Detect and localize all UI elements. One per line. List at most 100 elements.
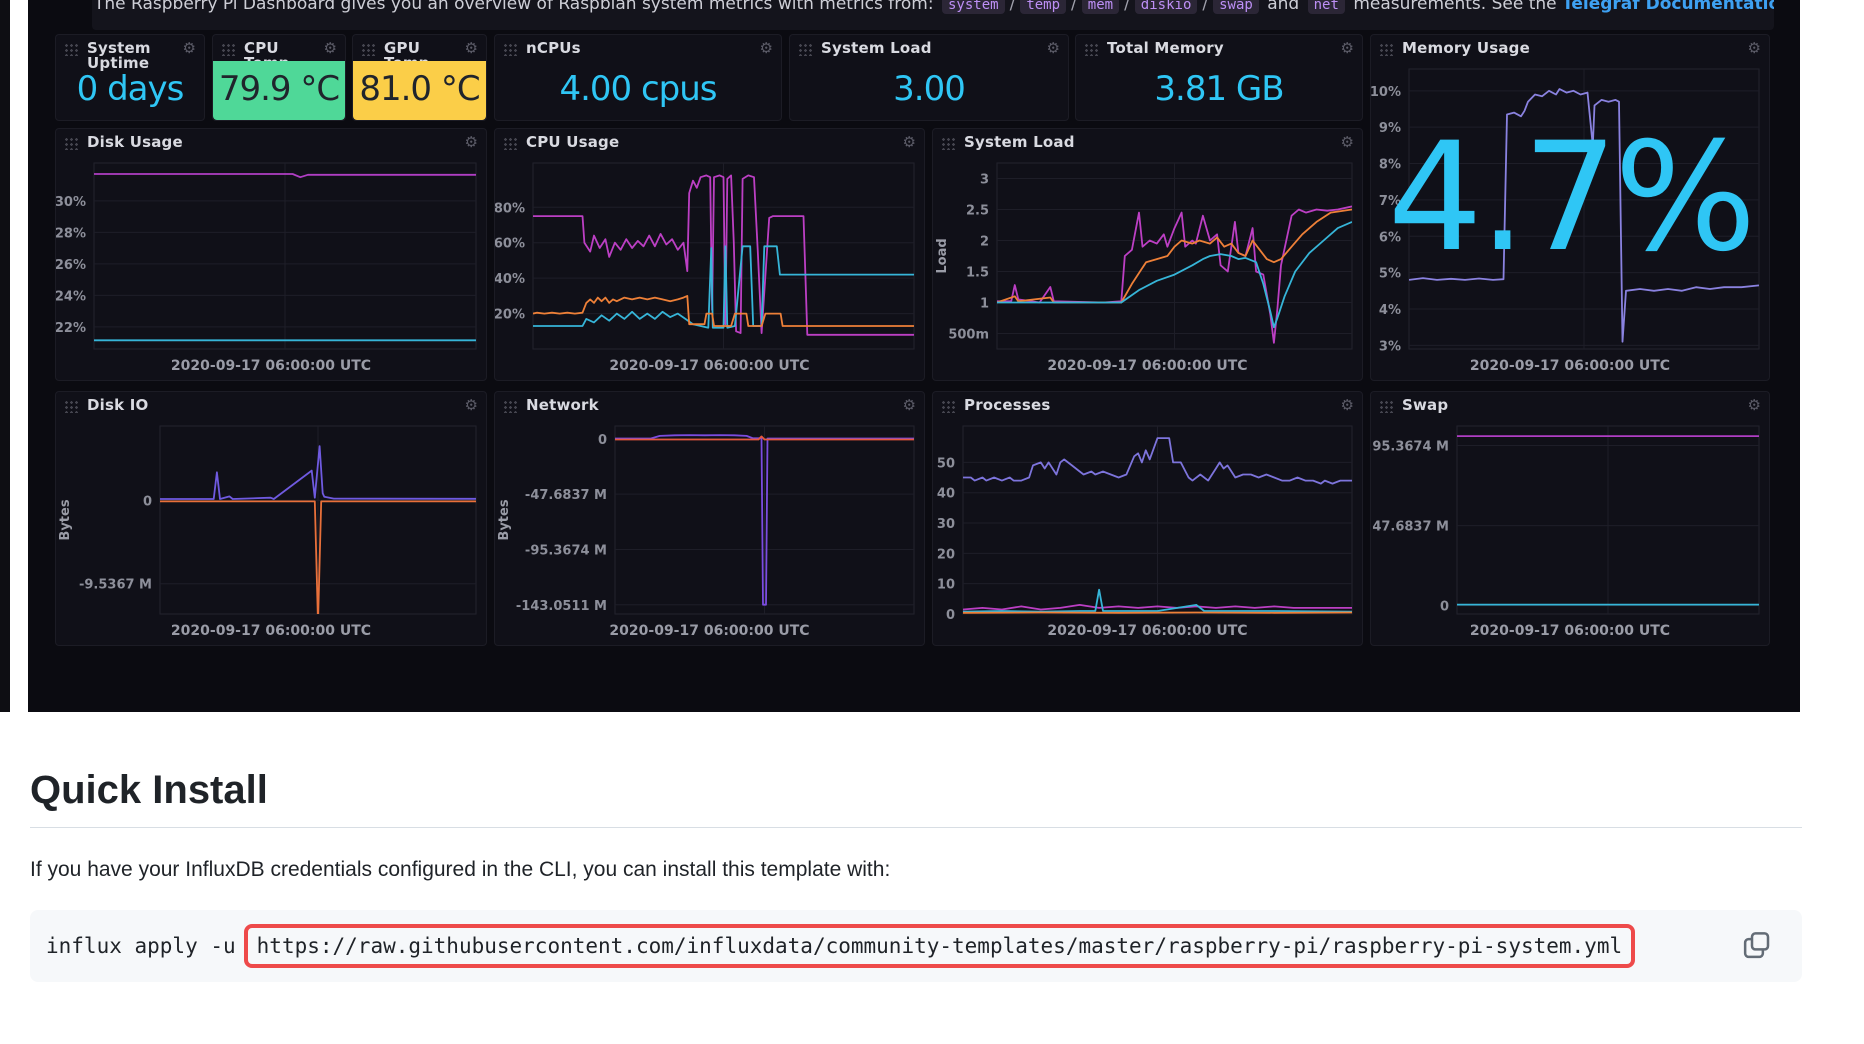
cpu-usage-chart: 80%60%40%20% [495, 155, 924, 358]
panel-system-uptime: System Uptime ⚙ 0 days [55, 34, 205, 121]
panel-title: Processes [964, 398, 1341, 413]
drag-handle-icon[interactable] [64, 137, 79, 150]
stat-value: 4.00 cpus [495, 61, 781, 120]
svg-text:10%: 10% [1371, 85, 1401, 100]
gear-icon[interactable]: ⚙ [324, 41, 337, 55]
stat-value: 81.0 °C [353, 61, 486, 120]
panel-title: CPU Usage [526, 135, 903, 150]
svg-text:4%: 4% [1379, 303, 1401, 318]
copy-button[interactable] [1740, 930, 1772, 962]
chart-timestamp: 2020-09-17 06:00:00 UTC [495, 358, 924, 381]
chart-timestamp: 2020-09-17 06:00:00 UTC [1371, 358, 1769, 381]
svg-text:Load: Load [935, 238, 950, 273]
drag-handle-icon[interactable] [941, 137, 956, 150]
gear-icon[interactable]: ⚙ [183, 41, 196, 55]
drag-handle-icon[interactable] [798, 43, 813, 56]
gear-icon[interactable]: ⚙ [1748, 398, 1761, 412]
panel-system-load-stat: System Load ⚙ 3.00 [789, 34, 1069, 121]
svg-text:0: 0 [1440, 600, 1449, 615]
drag-handle-icon[interactable] [1379, 43, 1394, 56]
chart-timestamp: 2020-09-17 06:00:00 UTC [495, 623, 924, 646]
svg-text:20: 20 [937, 547, 955, 562]
svg-text:Bytes: Bytes [58, 499, 73, 540]
svg-text:6%: 6% [1379, 230, 1401, 245]
panel-title: Network [526, 398, 903, 413]
drag-handle-icon[interactable] [221, 43, 236, 56]
svg-text:1: 1 [980, 297, 989, 312]
chart-timestamp: 2020-09-17 06:00:00 UTC [56, 358, 486, 381]
chart-timestamp: 2020-09-17 06:00:00 UTC [56, 623, 486, 646]
chart-timestamp: 2020-09-17 06:00:00 UTC [1371, 623, 1769, 646]
gear-icon[interactable]: ⚙ [465, 398, 478, 412]
drag-handle-icon[interactable] [503, 43, 518, 56]
gear-icon[interactable]: ⚙ [1748, 41, 1761, 55]
panel-title: Memory Usage [1402, 41, 1748, 56]
stat-value: 3.81 GB [1076, 61, 1362, 120]
metric-chip: mem [1082, 0, 1119, 14]
drag-handle-icon[interactable] [64, 400, 79, 413]
page: The Raspberry Pi Dashboard gives you an … [0, 0, 1864, 1044]
memory-usage-chart: 10%9%8%7%6%5%4%3% [1371, 61, 1769, 358]
drag-handle-icon[interactable] [941, 400, 956, 413]
dashboard-screenshot: The Raspberry Pi Dashboard gives you an … [28, 0, 1800, 712]
note-text: The Raspberry Pi Dashboard gives you an … [94, 0, 934, 14]
drag-handle-icon[interactable] [361, 43, 376, 56]
metric-chip: swap [1213, 0, 1259, 14]
disk-usage-chart: 30%28%26%24%22% [56, 155, 486, 358]
svg-text:22%: 22% [56, 321, 86, 336]
panel-memory-usage: Memory Usage ⚙ 10%9%8%7%6%5%4%3% 4.7% 20… [1370, 34, 1770, 381]
stat-value: 0 days [56, 61, 204, 120]
network-chart: 0-47.6837 M-95.3674 M-143.0511 MBytes [495, 418, 924, 623]
svg-text:-95.3674 M: -95.3674 M [525, 543, 607, 558]
svg-text:9%: 9% [1379, 121, 1401, 136]
panel-title: nCPUs [526, 41, 760, 56]
panel-ncpus: nCPUs ⚙ 4.00 cpus [494, 34, 782, 121]
svg-text:3: 3 [980, 173, 989, 188]
svg-text:30: 30 [937, 517, 955, 532]
dashboard-description-note: The Raspberry Pi Dashboard gives you an … [92, 0, 1774, 30]
metric-chip: temp [1020, 0, 1066, 14]
gear-icon[interactable]: ⚙ [465, 135, 478, 149]
gear-icon[interactable]: ⚙ [903, 135, 916, 149]
panel-disk-io: Disk IO ⚙ 0 -9.5367 M Bytes 2020-09-17 06:… [55, 391, 487, 646]
svg-text:60%: 60% [495, 237, 525, 252]
svg-text:-9.5367 M: -9.5367 M [79, 578, 152, 593]
panel-cpu-temp: CPU Temp ⚙ 79.9 °C [212, 34, 346, 121]
drag-handle-icon[interactable] [503, 137, 518, 150]
svg-text:28%: 28% [56, 226, 86, 241]
telegraf-documentation-link[interactable]: Telegraf Documentation [1562, 0, 1774, 14]
panel-swap: Swap ⚙ 95.3674 M 47.6837 M 0 2020-09-17 06… [1370, 391, 1770, 646]
svg-text:80%: 80% [495, 201, 525, 216]
svg-text:-47.6837 M: -47.6837 M [525, 488, 607, 503]
command-prefix: influx apply -u [46, 934, 236, 958]
install-command-code-block: influx apply -u https://raw.githubuserco… [30, 910, 1802, 982]
panel-processes: Processes ⚙ 50403020100 2020-09-17 06:00… [932, 391, 1363, 646]
svg-text:30%: 30% [56, 195, 86, 210]
gear-icon[interactable]: ⚙ [1047, 41, 1060, 55]
drag-handle-icon[interactable] [1084, 43, 1099, 56]
panel-title: Disk IO [87, 398, 465, 413]
svg-text:95.3674 M: 95.3674 M [1372, 440, 1449, 455]
gear-icon[interactable]: ⚙ [760, 41, 773, 55]
svg-text:0: 0 [143, 494, 152, 509]
gear-icon[interactable]: ⚙ [903, 398, 916, 412]
svg-text:Bytes: Bytes [497, 499, 512, 540]
page-title: Quick Install [30, 768, 1802, 828]
processes-chart: 50403020100 [933, 418, 1362, 623]
swap-chart: 95.3674 M 47.6837 M 0 [1371, 418, 1769, 623]
gear-icon[interactable]: ⚙ [1341, 41, 1354, 55]
gear-icon[interactable]: ⚙ [465, 41, 478, 55]
panel-network: Network ⚙ 0-47.6837 M-95.3674 M-143.0511… [494, 391, 925, 646]
panel-title: Swap [1402, 398, 1748, 413]
panel-title: Total Memory [1107, 41, 1341, 56]
drag-handle-icon[interactable] [64, 43, 79, 56]
svg-text:24%: 24% [56, 289, 86, 304]
drag-handle-icon[interactable] [503, 400, 518, 413]
gear-icon[interactable]: ⚙ [1341, 398, 1354, 412]
command-url: https://raw.githubusercontent.com/influx… [257, 934, 1622, 958]
svg-text:500m: 500m [948, 328, 989, 343]
svg-text:47.6837 M: 47.6837 M [1372, 520, 1449, 535]
drag-handle-icon[interactable] [1379, 400, 1394, 413]
svg-text:50: 50 [937, 456, 955, 471]
gear-icon[interactable]: ⚙ [1341, 135, 1354, 149]
